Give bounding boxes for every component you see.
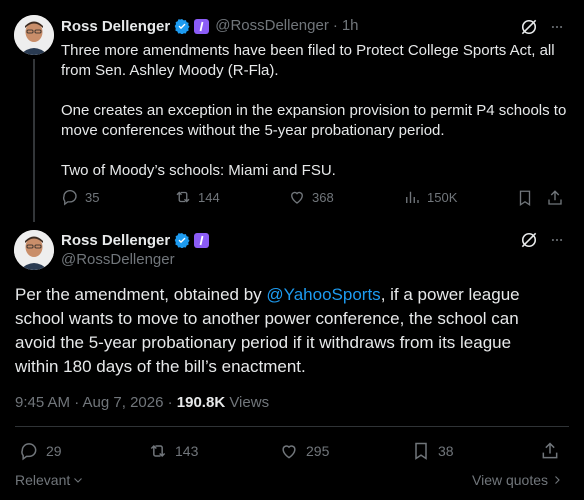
- chevron-right-icon: [555, 476, 560, 484]
- bookmark-icon: [415, 442, 427, 460]
- verified-icon: [174, 233, 190, 248]
- tweet-header: Ross Dellenger @RossDellenger · 1h: [61, 16, 359, 36]
- reply-button[interactable]: 29: [19, 441, 62, 461]
- mention-link[interactable]: @YahooSports: [266, 285, 380, 304]
- bookmark-button[interactable]: 38: [411, 441, 454, 461]
- views-count[interactable]: 190.8K: [177, 394, 225, 411]
- avatar[interactable]: [14, 15, 54, 55]
- verified-icon: [174, 19, 190, 34]
- like-count: 295: [306, 443, 330, 459]
- separator-dot: ·: [332, 17, 338, 34]
- views-icon: [406, 191, 419, 203]
- like-button[interactable]: 295: [279, 441, 329, 461]
- display-name[interactable]: Ross Dellenger: [61, 232, 170, 249]
- more-icon[interactable]: [548, 233, 566, 247]
- tweet-1[interactable]: Ross Dellenger @RossDellenger · 1h Three…: [0, 0, 584, 222]
- reply-button[interactable]: 35: [61, 188, 99, 206]
- repost-count: 143: [175, 443, 199, 459]
- repost-count: 144: [198, 189, 220, 205]
- bookmark-icon[interactable]: [516, 189, 534, 207]
- repost-icon: [150, 444, 166, 458]
- share-icon[interactable]: [540, 441, 560, 461]
- reply-icon: [21, 443, 37, 461]
- tweet-body: Three more amendments have been filed to…: [61, 41, 571, 181]
- sort-label: Relevant: [15, 472, 71, 488]
- like-count: 368: [312, 189, 334, 205]
- display-name[interactable]: Ross Dellenger: [61, 18, 170, 35]
- affiliate-badge-icon: [194, 232, 210, 248]
- avatar[interactable]: [14, 230, 54, 270]
- divider: [15, 426, 569, 427]
- tweet-paragraph: Three more amendments have been filed to…: [61, 42, 559, 79]
- repost-button[interactable]: 143: [148, 441, 198, 461]
- reply-sort-dropdown[interactable]: Relevant: [15, 472, 84, 488]
- tweet-2: Ross Dellenger @RossDellenger Per the am…: [0, 222, 584, 500]
- tweet-paragraph: Two of Moody’s schools: Miami and FSU.: [61, 162, 336, 179]
- tweet-meta: 9:45 AM · Aug 7, 2026 · 190.8K Views: [15, 393, 269, 413]
- view-quotes-link[interactable]: View quotes: [472, 472, 563, 488]
- more-icon[interactable]: [548, 20, 566, 34]
- thread-line: [33, 59, 35, 222]
- handle[interactable]: @RossDellenger: [61, 250, 175, 270]
- chevron-down-icon: [74, 478, 83, 483]
- post-time[interactable]: 1h: [342, 16, 359, 36]
- like-button[interactable]: 368: [288, 188, 334, 206]
- like-icon: [291, 191, 303, 204]
- tweet-text: Per the amendment, obtained by: [15, 285, 267, 304]
- reply-count: 29: [46, 443, 62, 459]
- grok-icon[interactable]: [519, 17, 539, 37]
- repost-icon: [176, 191, 190, 203]
- like-icon: [282, 445, 296, 459]
- view-quotes-label: View quotes: [472, 472, 549, 488]
- views-label: Views: [225, 394, 270, 411]
- views-button[interactable]: 150K: [403, 188, 457, 206]
- tweet-paragraph: One creates an exception in the expansio…: [61, 102, 571, 139]
- views-count: 150K: [427, 189, 458, 205]
- handle[interactable]: @RossDellenger: [215, 16, 329, 36]
- grok-icon[interactable]: [519, 230, 539, 250]
- bookmark-count: 38: [438, 443, 454, 459]
- tweet-header: Ross Dellenger: [61, 230, 210, 250]
- reply-count: 35: [85, 189, 100, 205]
- affiliate-badge-icon: [194, 18, 210, 34]
- repost-button[interactable]: 144: [174, 188, 220, 206]
- timestamp[interactable]: 9:45 AM · Aug 7, 2026 ·: [15, 394, 177, 411]
- share-icon[interactable]: [546, 189, 564, 207]
- tweet-body: Per the amendment, obtained by @YahooSpo…: [15, 283, 545, 379]
- reply-icon: [63, 189, 77, 206]
